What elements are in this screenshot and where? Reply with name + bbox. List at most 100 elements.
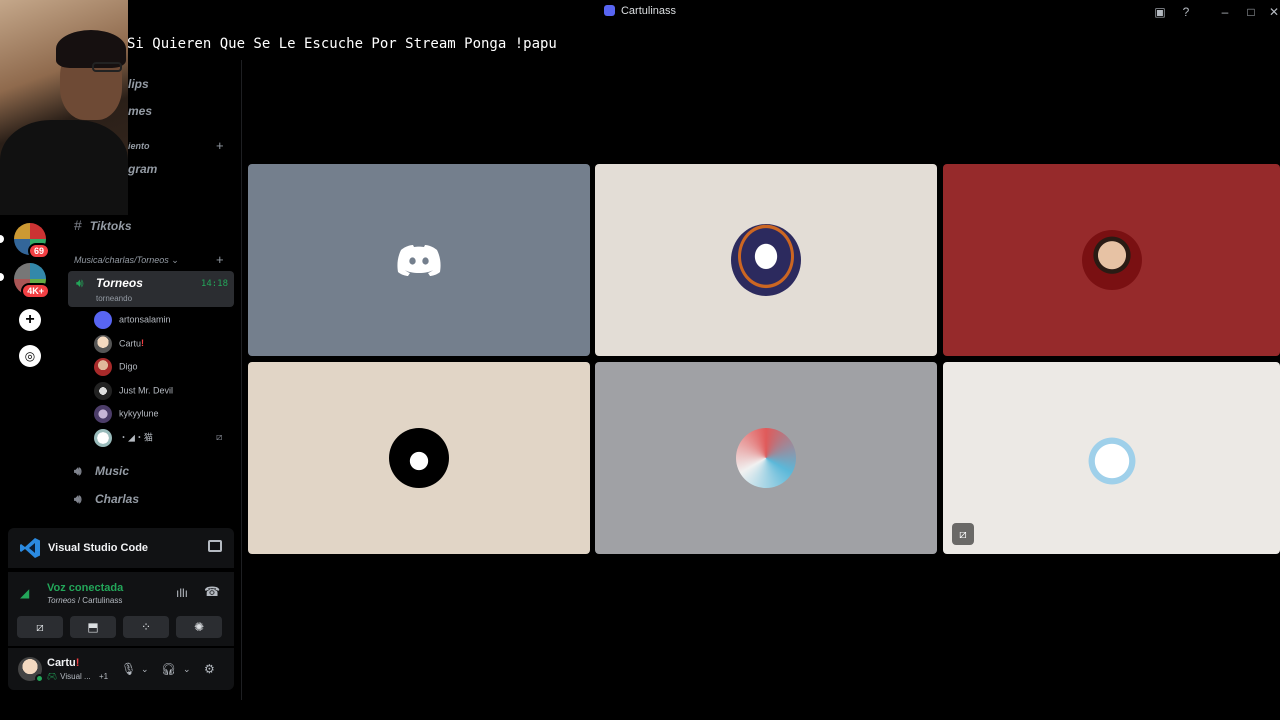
avatar (94, 404, 112, 423)
voice-location[interactable]: Torneos / Cartulinass (47, 596, 122, 605)
soundboard-button[interactable]: ✺ (176, 616, 222, 638)
user-flag: ! (75, 657, 80, 669)
video-tile[interactable] (248, 164, 590, 356)
voice-channel-torneos[interactable]: 🔊︎ Torneos torneando 14:18 (68, 271, 234, 307)
avatar (94, 310, 112, 329)
webcam-overlay (0, 0, 128, 215)
add-server-icon[interactable]: + (19, 309, 41, 331)
voice-user[interactable]: kykyylune (94, 404, 159, 424)
chevron-down-icon[interactable]: ⌄ (141, 664, 149, 675)
voice-user[interactable]: Digo (94, 357, 138, 377)
voice-user[interactable]: ・◢・猫 (94, 428, 153, 448)
voice-user-name: Just Mr. Devil (119, 385, 174, 396)
voice-user-name: Digo (119, 361, 138, 372)
discord-default-icon (397, 245, 441, 276)
chevron-down-icon: ⌄ (171, 255, 179, 265)
voice-user-name: Cartu (119, 338, 142, 349)
penguin-avatar (731, 224, 801, 296)
server-folder-1[interactable]: 69 (14, 223, 50, 259)
mention-badge: 4K+ (21, 283, 50, 299)
mention-badge: 69 (27, 243, 50, 259)
title-bar: Cartulinass ▣ ? – □ ✕ (0, 0, 1280, 24)
window-title-text: Cartulinass (620, 5, 677, 17)
help-icon[interactable]: ? (1178, 4, 1194, 20)
discord-app-icon (603, 5, 615, 16)
video-tile[interactable]: ⧄ (943, 362, 1280, 554)
gamepad-icon: 🎮︎ (47, 672, 58, 681)
camera-off-icon: ⧄ (36, 620, 44, 634)
voice-user[interactable]: Just Mr. Devil (94, 381, 173, 401)
webcam-body (0, 120, 128, 215)
add-channel-icon[interactable]: + (216, 252, 224, 267)
channel-label: Music (95, 464, 130, 478)
faded-category[interactable]: iento (128, 141, 150, 151)
video-tile[interactable] (943, 164, 1280, 356)
activity-panel: Visual Studio Code (8, 528, 234, 568)
hash-icon: # (74, 217, 82, 233)
inbox-icon[interactable]: ▣ (1152, 4, 1168, 20)
unread-indicator (0, 273, 4, 281)
online-status-icon (35, 674, 44, 683)
black-cat-avatar (389, 428, 449, 488)
user-status-extra: +1 (98, 672, 109, 681)
minimize-button[interactable]: – (1217, 4, 1233, 20)
chevron-down-icon[interactable]: ⌄ (183, 664, 191, 675)
maximize-button[interactable]: □ (1243, 4, 1259, 20)
username[interactable]: Cartu! (47, 657, 79, 669)
unread-indicator (0, 235, 4, 243)
voice-channel-label: Torneos (96, 276, 143, 290)
webcam-glasses (92, 62, 122, 72)
voice-connection-panel: ◢ Voz conectada Torneos / Cartulinass ıl… (8, 572, 234, 646)
settings-gear-icon[interactable]: ⚙ (204, 662, 215, 676)
voice-channel-charlas[interactable]: 🔊︎ Charlas (74, 489, 139, 509)
sidebar-divider (241, 60, 242, 700)
voice-user-name: ・◢・猫 (119, 432, 153, 443)
faded-channel-1[interactable]: lips (128, 77, 149, 91)
faded-channel-2[interactable]: mes (128, 104, 152, 118)
mic-muted-icon: ⧄ (952, 523, 974, 545)
close-button[interactable]: ✕ (1266, 4, 1280, 20)
channel-label: Tiktoks (89, 219, 132, 233)
voice-user[interactable]: Cartu! (94, 334, 144, 354)
vscode-icon (20, 538, 40, 558)
activities-button[interactable]: ⁘ (123, 616, 169, 638)
voice-status[interactable]: Voz conectada (47, 582, 123, 594)
soundboard-icon: ✺ (193, 620, 205, 634)
video-tile[interactable] (248, 362, 590, 554)
voice-user-name: kykyylune (119, 408, 159, 419)
voice-channel-name: Torneos (47, 596, 76, 605)
share-screen-button[interactable]: ⬒ (70, 616, 116, 638)
speaker-icon: 🔊︎ (74, 464, 82, 478)
creature-avatar (736, 428, 796, 488)
avatar (94, 334, 112, 353)
video-tile[interactable] (595, 362, 937, 554)
voice-user[interactable]: artonsalamin (94, 310, 171, 330)
speaker-icon: 🔊︎ (74, 492, 82, 506)
server-folder-2[interactable]: 4K+ (14, 263, 50, 299)
explore-icon[interactable]: ◎ (19, 345, 41, 367)
voice-channel-music[interactable]: 🔊︎ Music (74, 461, 129, 481)
category-header[interactable]: Musica/charlas/Torneos ⌄ (74, 255, 179, 266)
user-flag: ! (141, 338, 145, 348)
mic-muted-icon: ⧄ (216, 432, 223, 443)
signal-icon[interactable]: ◢ (20, 586, 29, 600)
screen-share-icon[interactable] (208, 540, 222, 552)
add-channel-icon[interactable]: + (216, 138, 224, 153)
text-channel-tiktoks[interactable]: # Tiktoks (74, 215, 132, 235)
channel-label: Charlas (95, 492, 140, 506)
avatar (94, 357, 112, 376)
user-panel: Cartu! 🎮︎ Visual ... +1 🎙︎ ⌄ 🎧︎ ⌄ ⚙ (8, 648, 234, 690)
avatar (94, 428, 112, 447)
stream-banner: Si Quieren Que Se Le Escuche Por Stream … (127, 36, 557, 52)
disconnect-icon[interactable]: ☎ (204, 584, 220, 600)
microphone-icon[interactable]: 🎙︎ (121, 662, 136, 676)
voice-channel-status: torneando (96, 294, 133, 303)
headphones-icon[interactable]: 🎧︎ (161, 662, 176, 676)
voice-timer: 14:18 (200, 279, 228, 289)
video-tile[interactable] (595, 164, 937, 356)
camera-off-button[interactable]: ⧄ (17, 616, 63, 638)
faded-channel-3[interactable]: gram (128, 162, 157, 176)
speaker-icon: 🔊︎ (76, 276, 84, 290)
noise-suppression-icon[interactable]: ıllı (176, 586, 188, 600)
user-status-text: Visual ... (60, 672, 91, 681)
